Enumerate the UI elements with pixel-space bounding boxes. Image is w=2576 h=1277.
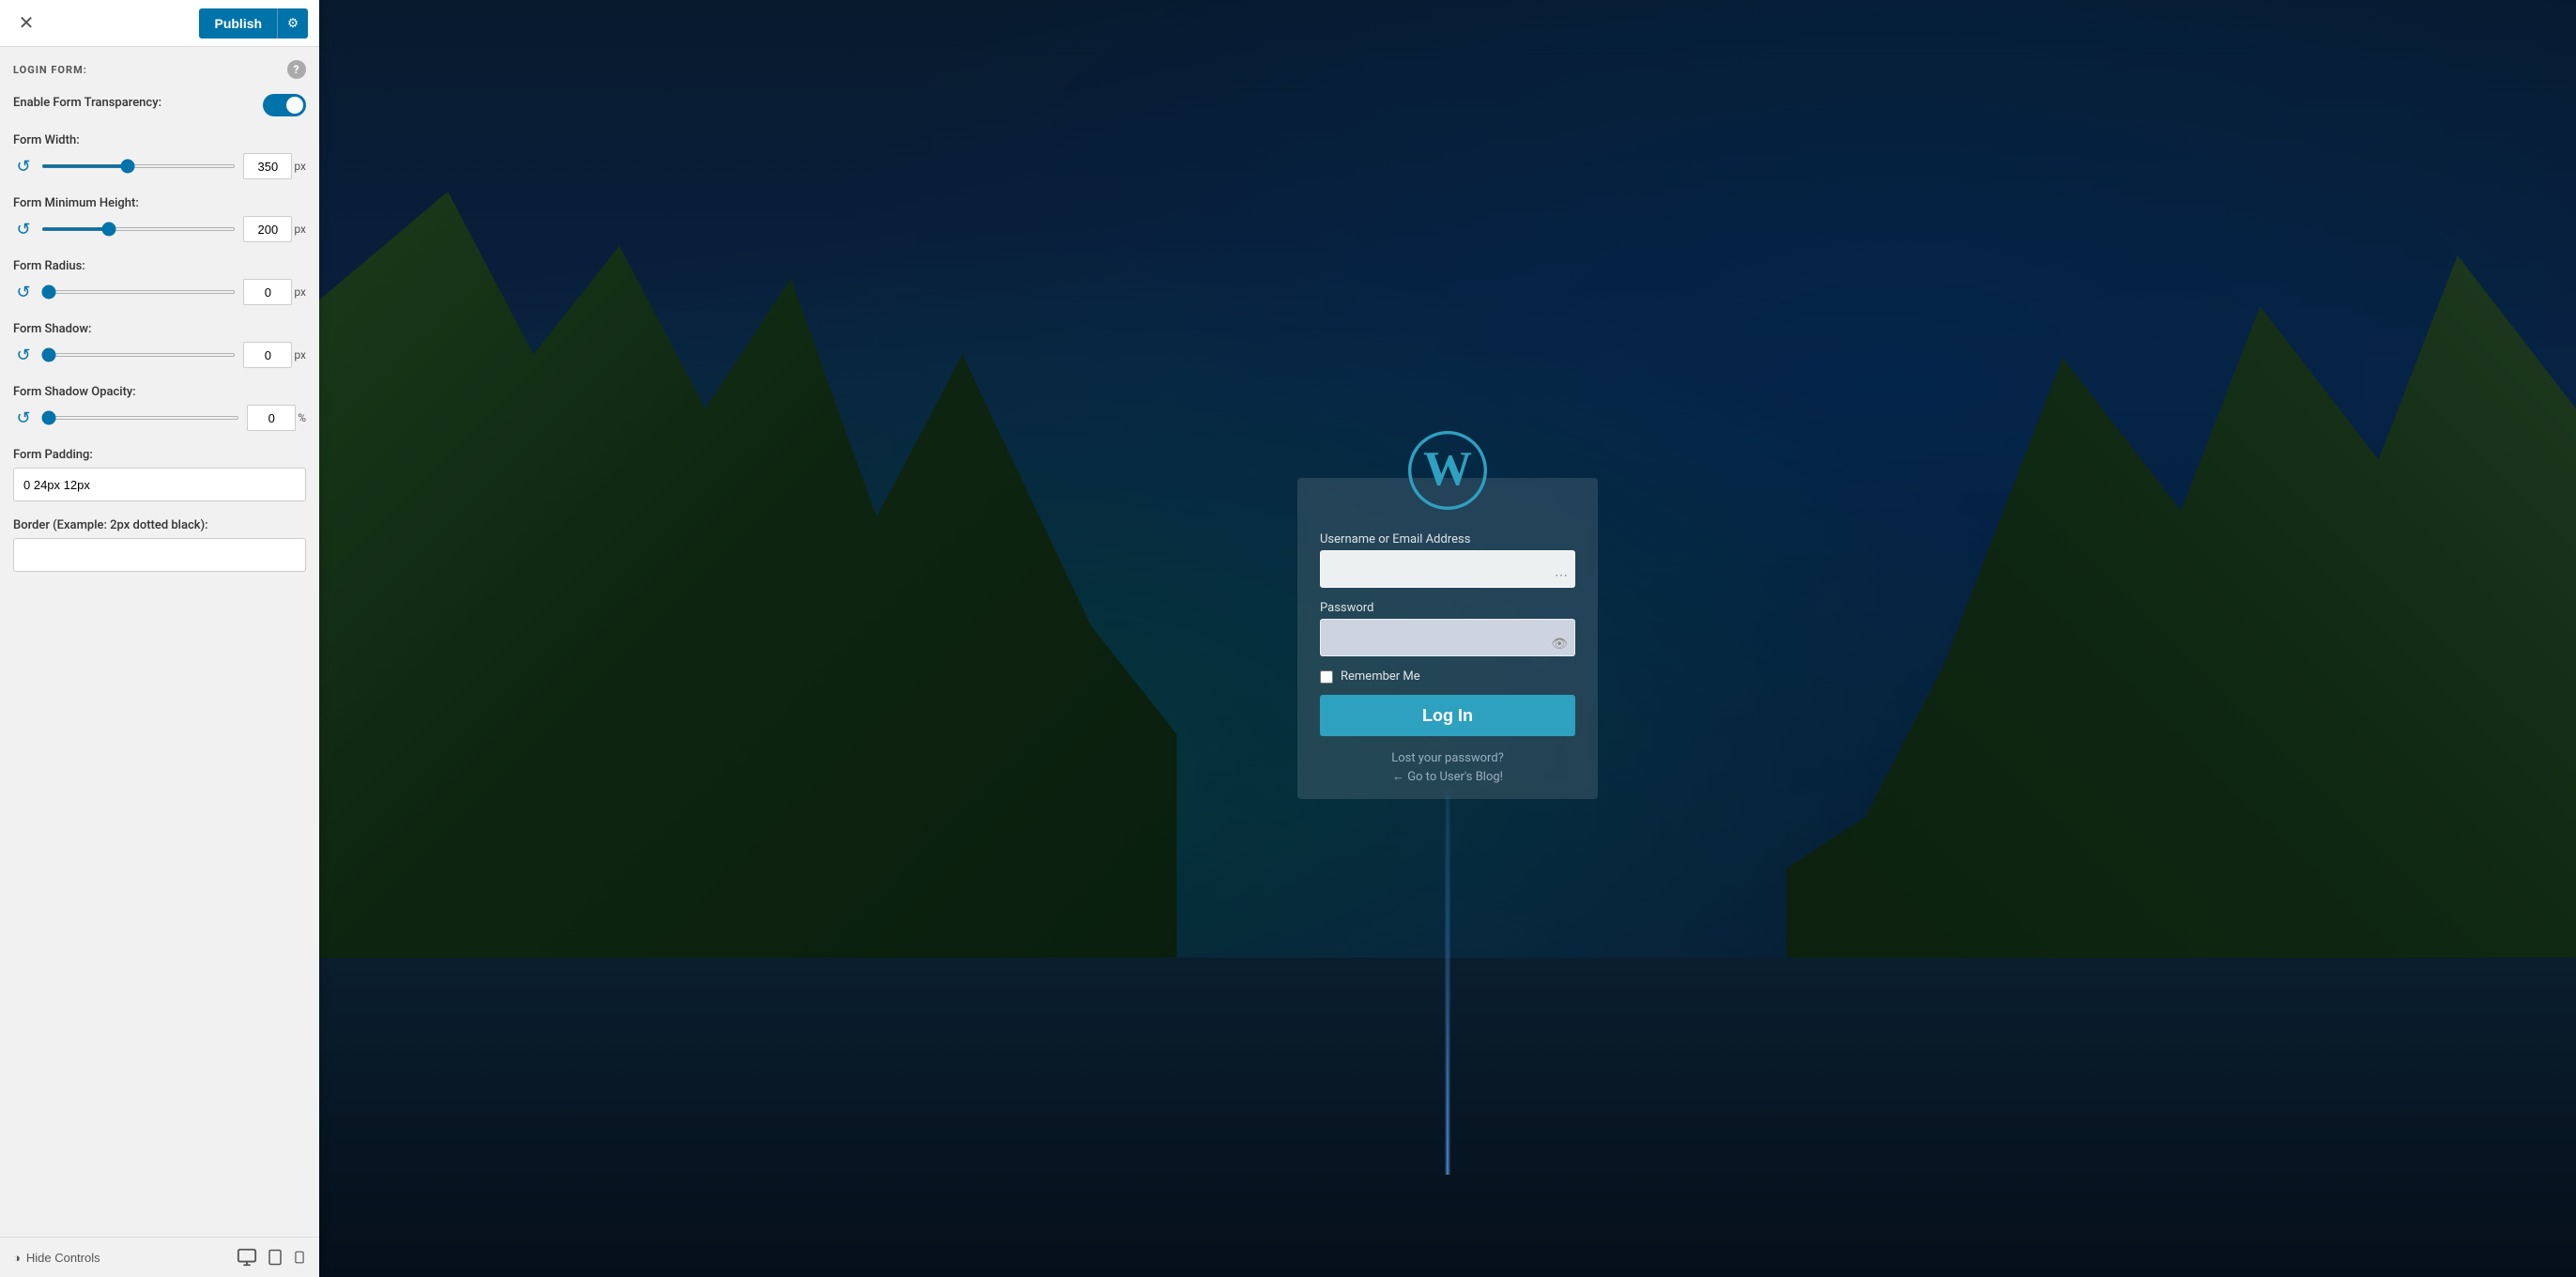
form-radius-input[interactable]: 0 xyxy=(243,279,292,305)
section-title: LOGIN FORM: ? xyxy=(13,60,306,79)
form-min-height-label: Form Minimum Height: xyxy=(13,196,306,210)
transparency-row: Enable Form Transparency: xyxy=(13,94,306,116)
form-padding-row: Form Padding: xyxy=(13,448,306,501)
hide-controls-label: Hide Controls xyxy=(26,1251,100,1265)
form-links: Lost your password? ← Go to User's Blog! xyxy=(1320,751,1575,784)
eye-icon: ◑ xyxy=(13,1251,21,1265)
username-input[interactable] xyxy=(1320,550,1575,588)
form-shadow-opacity-reset[interactable]: ↺ xyxy=(13,408,34,428)
form-padding-label: Form Padding: xyxy=(13,448,306,462)
desktop-view-button[interactable] xyxy=(237,1247,257,1268)
form-min-height-row: Form Minimum Height: ↺ 200 px xyxy=(13,196,306,242)
controls-area: LOGIN FORM: ? Enable Form Transparency: … xyxy=(0,47,319,1237)
border-label: Border (Example: 2px dotted black): xyxy=(13,518,306,532)
form-radius-label: Form Radius: xyxy=(13,259,306,273)
view-icons xyxy=(237,1247,306,1268)
form-shadow-opacity-row: Form Shadow Opacity: ↺ 0 % xyxy=(13,385,306,431)
form-width-reset[interactable]: ↺ xyxy=(13,156,34,177)
publish-group: Publish ⚙ xyxy=(199,8,308,38)
username-field-wrap: ⋯ xyxy=(1320,550,1575,601)
wp-logo: W xyxy=(1320,431,1575,514)
form-shadow-slider[interactable] xyxy=(41,353,236,357)
form-padding-input[interactable] xyxy=(13,468,306,501)
username-label: Username or Email Address xyxy=(1320,532,1575,546)
login-button[interactable]: Log In xyxy=(1320,695,1575,736)
form-width-unit: px xyxy=(294,160,306,173)
form-radius-reset[interactable]: ↺ xyxy=(13,282,34,302)
form-width-slider[interactable] xyxy=(41,164,236,168)
mobile-view-button[interactable] xyxy=(293,1247,306,1268)
lost-password-link[interactable]: Lost your password? xyxy=(1320,751,1575,765)
main-area: W Username or Email Address ⋯ Password 👁… xyxy=(319,0,2576,1277)
publish-button[interactable]: Publish xyxy=(199,8,277,38)
username-icon: ⋯ xyxy=(1555,568,1568,583)
transparency-label: Enable Form Transparency: xyxy=(13,96,161,110)
border-input[interactable] xyxy=(13,538,306,572)
form-shadow-unit: px xyxy=(294,348,306,362)
remember-row: Remember Me xyxy=(1320,669,1575,684)
close-button[interactable]: ✕ xyxy=(11,8,41,38)
bottom-bar: ◑ Hide Controls xyxy=(0,1237,319,1277)
form-min-height-input[interactable]: 200 xyxy=(243,216,292,242)
transparency-toggle[interactable] xyxy=(263,94,306,116)
form-shadow-reset[interactable]: ↺ xyxy=(13,345,34,365)
light-beam xyxy=(1445,792,1450,1175)
form-width-label: Form Width: xyxy=(13,133,306,147)
form-radius-unit: px xyxy=(294,285,306,299)
border-row: Border (Example: 2px dotted black): xyxy=(13,518,306,572)
password-input[interactable] xyxy=(1320,619,1575,656)
hide-controls-button[interactable]: ◑ Hide Controls xyxy=(13,1251,100,1265)
password-field-wrap: 👁 xyxy=(1320,619,1575,669)
form-min-height-slider[interactable] xyxy=(41,227,236,231)
form-width-input[interactable]: 350 xyxy=(243,153,292,179)
form-radius-row: Form Radius: ↺ 0 px xyxy=(13,259,306,305)
form-shadow-opacity-input[interactable]: 0 xyxy=(247,405,296,431)
svg-text:W: W xyxy=(1423,442,1472,496)
form-shadow-opacity-unit: % xyxy=(298,411,306,424)
form-min-height-unit: px xyxy=(294,223,306,236)
form-radius-slider[interactable] xyxy=(41,290,236,294)
form-shadow-opacity-slider[interactable] xyxy=(41,416,239,420)
form-shadow-opacity-label: Form Shadow Opacity: xyxy=(13,385,306,399)
go-to-blog-link[interactable]: ← Go to User's Blog! xyxy=(1320,769,1575,784)
password-icon: 👁 xyxy=(1551,637,1568,652)
remember-label: Remember Me xyxy=(1341,669,1420,684)
form-shadow-row: Form Shadow: ↺ 0 px xyxy=(13,322,306,368)
form-min-height-reset[interactable]: ↺ xyxy=(13,219,34,239)
left-panel: ✕ Publish ⚙ LOGIN FORM: ? Enable Form Tr… xyxy=(0,0,319,1277)
remember-checkbox[interactable] xyxy=(1320,670,1333,684)
login-form-container: W Username or Email Address ⋯ Password 👁… xyxy=(1297,478,1598,799)
publish-gear-button[interactable]: ⚙ xyxy=(277,8,308,38)
form-shadow-label: Form Shadow: xyxy=(13,322,306,336)
form-shadow-input[interactable]: 0 xyxy=(243,342,292,368)
form-width-row: Form Width: ↺ 350 px xyxy=(13,133,306,179)
top-bar: ✕ Publish ⚙ xyxy=(0,0,319,47)
tablet-view-button[interactable] xyxy=(267,1247,284,1268)
help-icon[interactable]: ? xyxy=(287,60,306,79)
password-label: Password xyxy=(1320,601,1575,615)
